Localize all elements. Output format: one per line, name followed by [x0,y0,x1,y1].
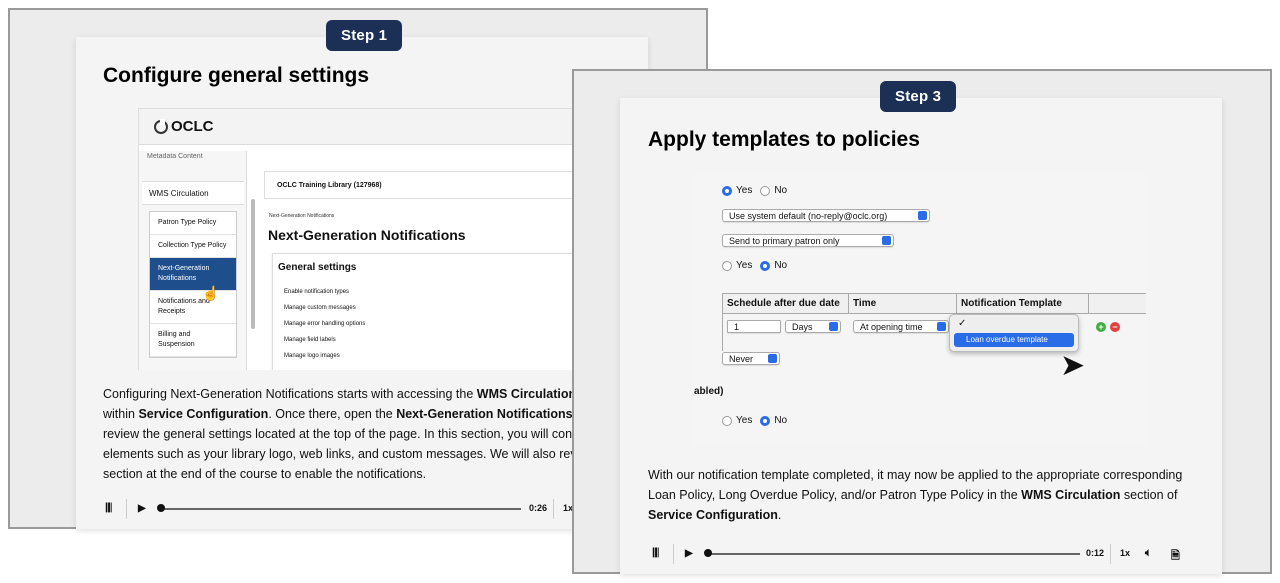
sidebar-item[interactable]: Patron Type Policy [150,212,236,235]
progress-track[interactable] [708,553,1080,555]
col-schedule: Schedule after due date [723,294,849,314]
chevron-down-icon [768,354,777,363]
sidebar-scrollbar[interactable] [251,199,255,329]
sidebar-heading[interactable]: WMS Circulation [142,181,244,205]
col-template: Notification Template [957,294,1089,314]
radio-no-selected[interactable] [760,260,771,271]
check-icon: ✓ [958,318,967,329]
sidebar-item-active[interactable]: Next-Generation Notifications [150,258,236,291]
sidebar-item[interactable]: Notifications and Receipts [150,291,236,324]
chevron-down-icon [882,236,891,245]
radio-no-selected[interactable] [760,415,771,426]
step1-card: Configure general settings OCLC Metadata… [76,37,648,529]
step1-paragraph: Configuring Next-Generation Notification… [103,387,589,481]
chevron-down-icon [829,322,838,331]
step3-paragraph: With our notification template completed… [648,468,1183,522]
radio-no[interactable] [760,185,771,196]
time-select[interactable]: At opening time [853,320,949,333]
chevron-down-icon [937,322,946,331]
oclc-logo: OCLC [154,118,214,135]
volume-icon[interactable]: 🔈︎ [1145,547,1152,560]
waveform-icon[interactable]: 𝄃𝄃 [653,546,658,561]
play-icon[interactable]: ▶ [138,503,146,514]
radio-yes-selected[interactable] [722,185,732,196]
step1-audio-player: 𝄃𝄃 ▶ 0:26 1x [106,499,646,519]
radio-group-3: Yes No [722,415,787,426]
never-select[interactable]: Never [722,352,780,365]
settings-link[interactable]: Manage logo images [284,353,340,359]
sidebar: Metadata Content WMS Circulation Patron … [139,151,247,370]
panel-title: General settings [278,262,357,273]
sidebar-cut-label: Metadata Content [147,153,203,159]
step3-card: Apply templates to policies Yes No Use s… [620,98,1222,574]
step3-audio-player: 𝄃𝄃 ▶ 0:12 1x 🔈︎ 🗎︎ [653,544,1188,564]
oclc-logo-icon [154,118,168,134]
transcript-icon[interactable]: 🗎︎ [1171,547,1180,566]
radio-group-2: Yes No [722,260,787,271]
speed-button[interactable]: 1x [1120,548,1130,558]
step3-badge: Step 3 [880,81,957,112]
chevron-down-icon [918,211,927,220]
play-icon[interactable]: ▶ [685,548,693,559]
patron-select[interactable]: Send to primary patron only [722,234,894,247]
days-input[interactable]: 1 [727,320,781,333]
progress-handle[interactable] [704,549,712,557]
sidebar-item[interactable]: Billing and Suspension [150,324,236,357]
settings-link[interactable]: Manage error handling options [284,321,365,327]
add-icon[interactable]: + [1096,322,1106,332]
time-display: 0:26 [529,503,548,513]
radio-yes[interactable] [722,415,732,426]
time-display: 0:12 [1086,548,1105,558]
remove-icon[interactable]: − [1110,322,1120,332]
menu-option-loan-overdue[interactable]: Loan overdue template [954,333,1074,347]
settings-link[interactable]: Manage field labels [284,337,336,343]
settings-link[interactable]: Enable notification types [284,289,349,295]
hand-cursor-icon: ☝ [202,285,220,301]
settings-link[interactable]: Manage custom messages [284,305,356,311]
breadcrumb: Next-Generation Notifications [269,213,335,219]
waveform-icon[interactable]: 𝄃𝄃 [106,501,111,516]
step1-badge: Step 1 [326,20,403,51]
sidebar-list: Patron Type Policy Collection Type Polic… [149,211,237,358]
unit-select[interactable]: Days [785,320,841,333]
enabled-label: abled) [694,386,724,397]
arrow-cursor-icon: ➤ [1060,349,1086,382]
sender-select[interactable]: Use system default (no-reply@oclc.org) [722,209,930,222]
progress-handle[interactable] [157,504,165,512]
step3-title: Apply templates to policies [648,128,920,151]
col-time: Time [849,294,957,314]
step3-window: Step 3 Apply templates to policies Yes N… [572,69,1272,574]
sidebar-item[interactable]: Collection Type Policy [150,235,236,258]
step3-screenshot: Yes No Use system default (no-reply@oclc… [694,172,1146,446]
page-heading: Next-Generation Notifications [268,227,466,243]
schedule-table: Schedule after due date Time Notificatio… [722,293,1146,351]
template-dropdown-menu: ✓ Loan overdue template [949,314,1079,352]
radio-group-1: Yes No [722,185,787,196]
step1-title: Configure general settings [103,64,370,87]
progress-track[interactable] [161,508,521,510]
radio-yes[interactable] [722,260,732,271]
